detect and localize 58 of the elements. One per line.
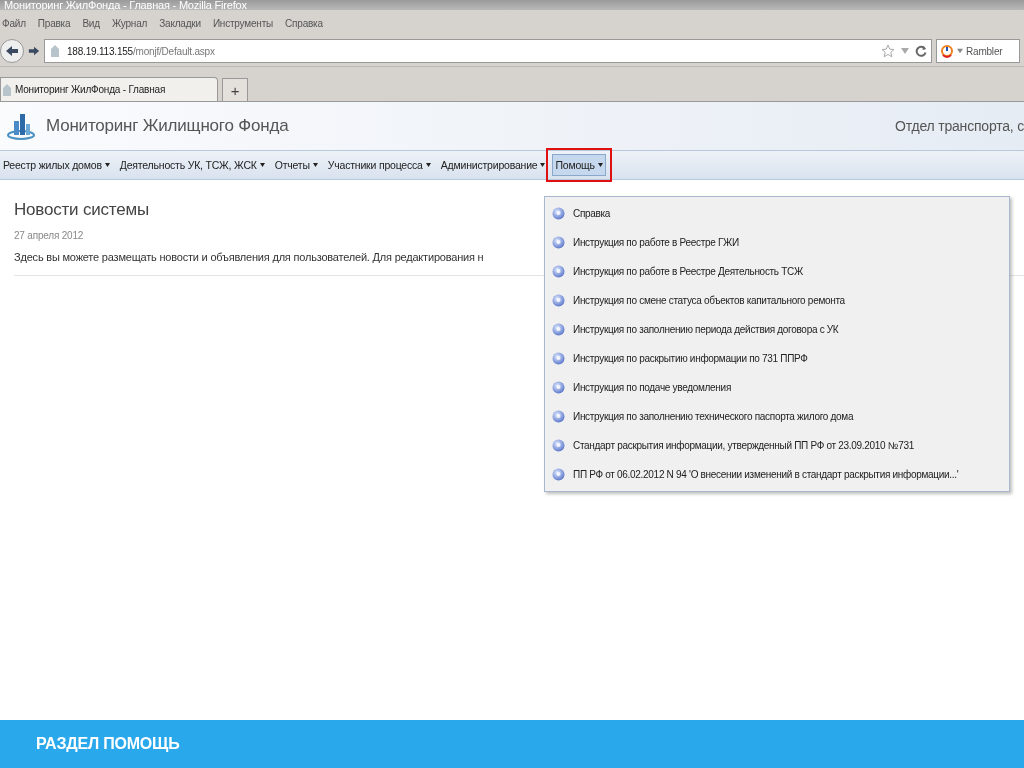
browser-tab[interactable]: Мониторинг ЖилФонда - Главная xyxy=(0,77,218,101)
help-icon xyxy=(552,352,565,365)
help-icon xyxy=(552,323,565,336)
menu-item[interactable]: Правка xyxy=(37,17,71,29)
help-menu-item[interactable]: Инструкция по работе в Реестре Деятельность ТСЖ xyxy=(545,257,1009,286)
caret-icon xyxy=(104,163,110,167)
slide-caption: РАЗДЕЛ ПОМОЩЬ xyxy=(36,735,180,753)
help-icon xyxy=(552,294,565,307)
new-tab-button[interactable]: + xyxy=(222,78,248,101)
nav-menu-item[interactable]: Администрирование xyxy=(437,154,549,176)
help-menu-item[interactable]: Инструкция по заполнению технического паспорта жилого дома xyxy=(545,402,1009,431)
help-icon xyxy=(552,207,565,220)
user-label: Отдел транспорта, с xyxy=(895,118,1024,134)
page-icon xyxy=(49,44,61,58)
help-menu-item[interactable]: ПП РФ от 06.02.2012 N 94 'О внесении изменений в стандарт раскрытия информации...' xyxy=(545,460,1009,489)
nav-menu-item[interactable]: Деятельность УК, ТСЖ, ЖСК xyxy=(116,154,268,176)
caret-icon xyxy=(425,163,431,167)
help-menu-item[interactable]: Инструкция по работе в Реестре ГЖИ xyxy=(545,228,1009,257)
search-field[interactable]: Rambler xyxy=(936,39,1020,63)
news-date: 27 апреля 2012 xyxy=(14,230,85,241)
menu-item[interactable]: Вид xyxy=(82,17,100,29)
help-icon xyxy=(552,265,565,278)
help-menu-item[interactable]: Инструкция по смене статуса объектов капитального ремонта xyxy=(545,286,1009,315)
help-icon xyxy=(552,236,565,249)
caret-icon xyxy=(312,163,318,167)
caret-icon xyxy=(597,163,603,167)
help-icon xyxy=(552,410,565,423)
caret-icon[interactable] xyxy=(957,48,963,54)
logo-icon xyxy=(6,111,36,141)
forward-icon[interactable] xyxy=(28,45,40,57)
search-engine-icon xyxy=(940,44,954,58)
nav-menu-item[interactable]: Участники процесса xyxy=(324,154,434,176)
back-button[interactable] xyxy=(0,39,24,63)
back-arrow-icon xyxy=(5,45,19,57)
news-title: Новости системы xyxy=(14,200,149,220)
menu-item[interactable]: Справка xyxy=(285,17,323,29)
menu-item[interactable]: Закладки xyxy=(159,17,201,29)
menu-item[interactable]: Журнал xyxy=(111,17,148,29)
news-text: Здесь вы можете размещать новости и объявления для пользователей. Для редактирования н xyxy=(14,251,484,263)
address-field[interactable]: 188.19.113.155/monjf/Default.aspx xyxy=(44,39,932,63)
nav-menu-item[interactable]: Реестр жилых домов xyxy=(0,154,113,176)
help-menu-item[interactable]: Стандарт раскрытия информации, утвержденный ПП РФ от 23.09.2010 №731 xyxy=(545,431,1009,460)
help-menu-item[interactable]: Инструкция по подаче уведомления xyxy=(545,373,1009,402)
help-icon xyxy=(552,439,565,452)
help-icon xyxy=(552,381,565,394)
menu-item[interactable]: Файл xyxy=(2,17,26,29)
caret-icon xyxy=(540,163,546,167)
reload-icon[interactable] xyxy=(915,45,927,57)
help-menu-item[interactable]: Инструкция по раскрытию информации по 731 ППРФ xyxy=(545,344,1009,373)
help-menu-item[interactable]: Справка xyxy=(545,199,1009,228)
page-icon xyxy=(3,83,11,96)
caret-icon xyxy=(259,163,265,167)
help-icon xyxy=(552,468,565,481)
nav-menu-item[interactable]: Отчеты xyxy=(271,154,321,176)
help-menu-item[interactable]: Инструкция по заполнению периода действия договора с УК xyxy=(545,315,1009,344)
site-title: Мониторинг Жилищного Фонда xyxy=(46,116,290,136)
star-icon[interactable] xyxy=(881,44,895,58)
menu-item[interactable]: Инструменты xyxy=(212,17,274,29)
